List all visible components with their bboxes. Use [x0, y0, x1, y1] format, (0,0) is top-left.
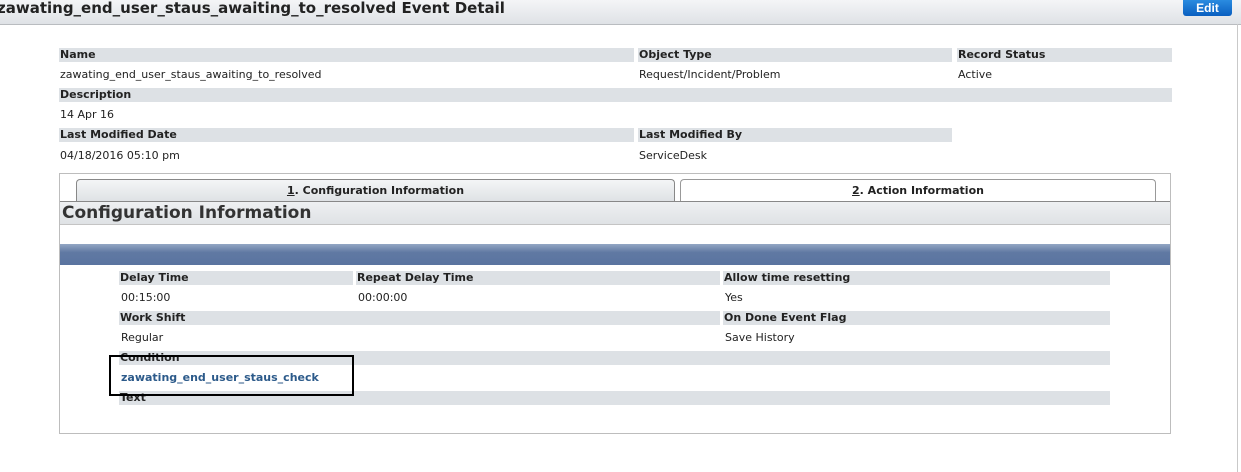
description-value: 14 Apr 16 — [60, 108, 115, 121]
last-modified-date-value: 04/18/2016 05:10 pm — [60, 149, 180, 162]
on-done-event-flag-label: On Done Event Flag — [723, 311, 1110, 325]
object-type-value: Request/Incident/Problem — [639, 68, 781, 81]
work-shift-label: Work Shift — [119, 311, 720, 325]
section-title: Configuration Information — [60, 201, 1170, 225]
name-value: zawating_end_user_staus_awaiting_to_reso… — [60, 68, 322, 81]
allow-time-resetting-value: Yes — [725, 291, 743, 304]
delay-time-label: Delay Time — [119, 271, 353, 285]
delay-time-value: 00:15:00 — [121, 291, 171, 304]
last-modified-by-label: Last Modified By — [638, 128, 952, 142]
tab-action-information[interactable]: 2. Action Information — [680, 179, 1156, 201]
name-label: Name — [59, 48, 634, 62]
object-type-label: Object Type — [638, 48, 952, 62]
record-status-value: Active — [958, 68, 993, 81]
description-label: Description — [59, 88, 1172, 102]
divider — [1237, 24, 1238, 472]
repeat-delay-time-label: Repeat Delay Time — [356, 271, 720, 285]
record-status-label: Record Status — [957, 48, 1172, 62]
tab-configuration-information[interactable]: 1. Configuration Information — [76, 179, 675, 201]
edit-button[interactable]: Edit — [1183, 0, 1232, 16]
on-done-event-flag-value: Save History — [725, 331, 795, 344]
last-modified-date-label: Last Modified Date — [59, 128, 634, 142]
page-title: zawating_end_user_staus_awaiting_to_reso… — [0, 0, 505, 17]
work-shift-value: Regular — [121, 331, 164, 344]
highlight-box — [109, 355, 354, 396]
section-band — [60, 244, 1170, 265]
repeat-delay-time-value: 00:00:00 — [358, 291, 408, 304]
allow-time-resetting-label: Allow time resetting — [723, 271, 1110, 285]
last-modified-by-value: ServiceDesk — [639, 149, 707, 162]
